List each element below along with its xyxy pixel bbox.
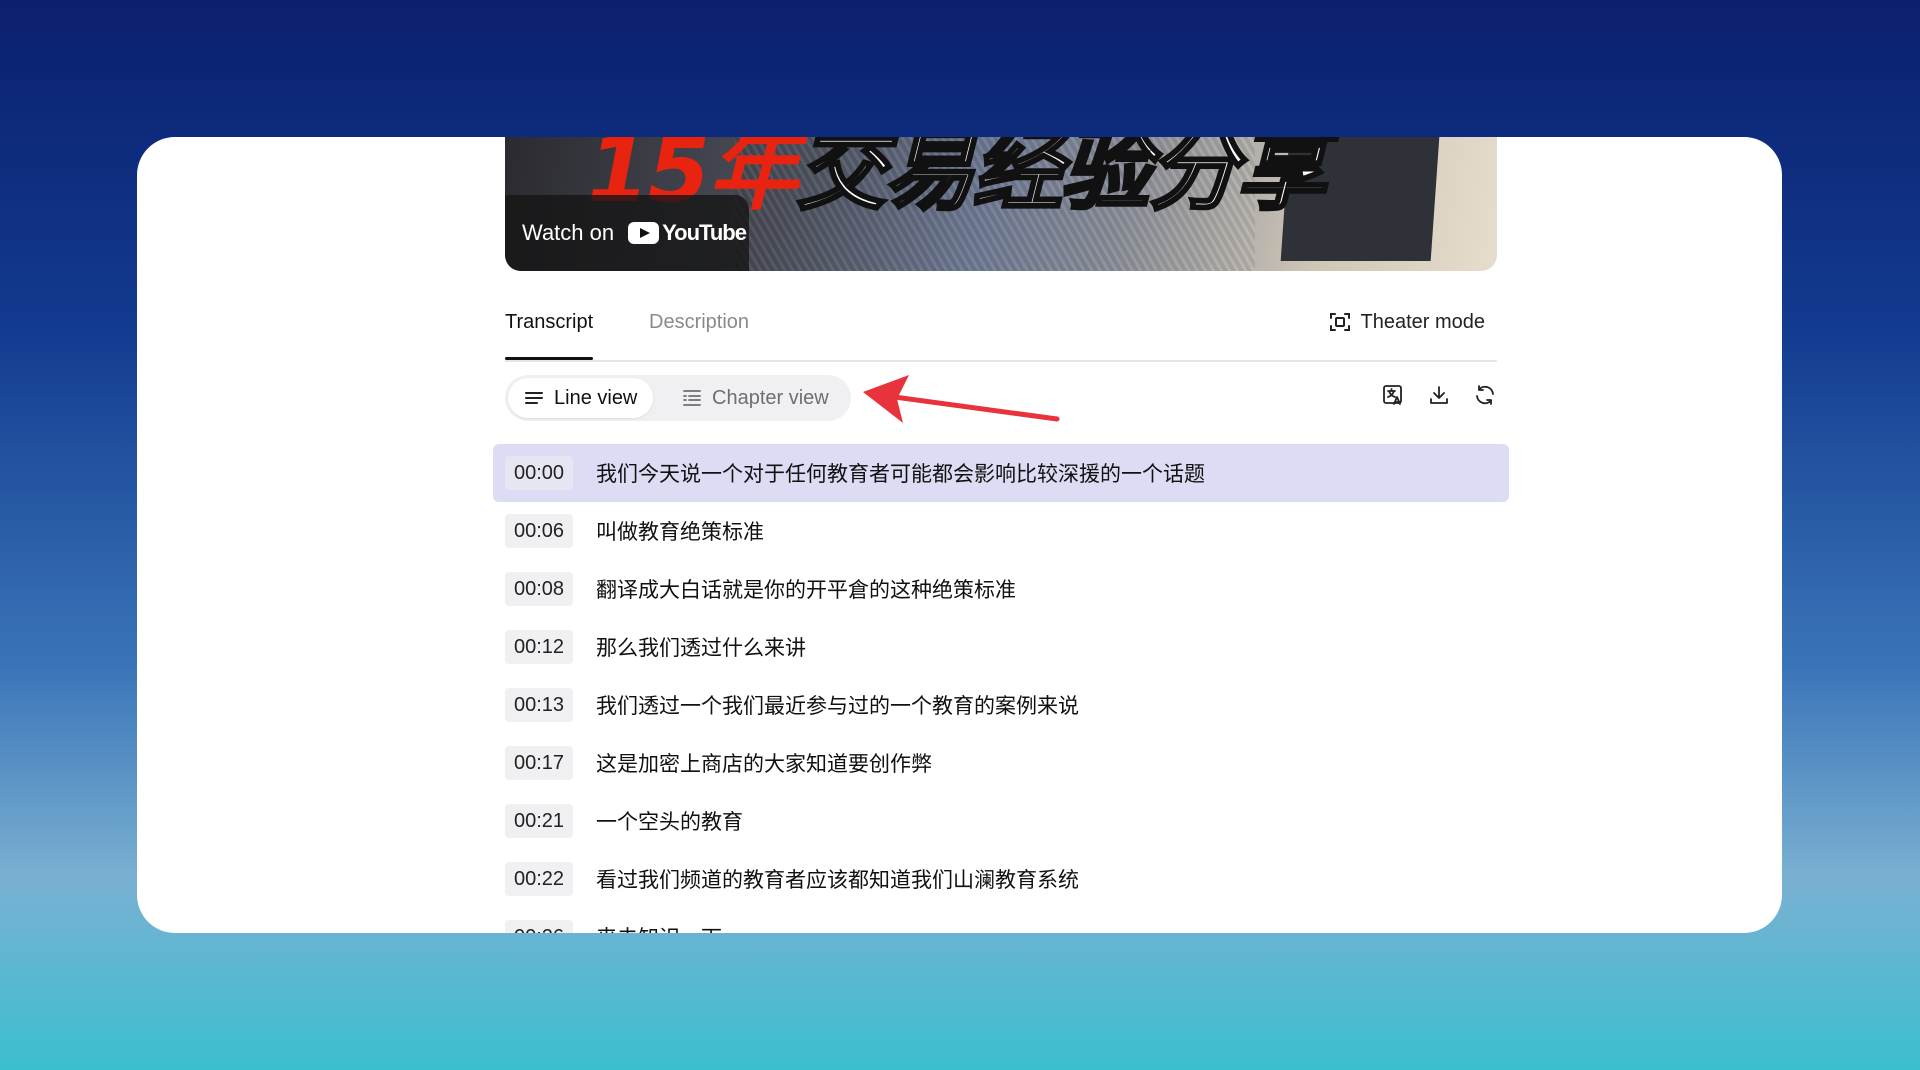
timestamp-button[interactable]: 00:13 [505, 688, 573, 722]
timestamp-button[interactable]: 00:22 [505, 862, 573, 896]
transcript-line-text: 我们今天说一个对于任何教育者可能都会影响比较深援的一个话题 [596, 463, 1205, 486]
transcript-row[interactable]: 00:12 那么我们透过什么来讲 [493, 618, 1509, 676]
chapter-view-button[interactable]: Chapter view [666, 378, 845, 418]
tab-description[interactable]: Description [649, 300, 749, 358]
lines-icon [525, 392, 543, 404]
transcript-row[interactable]: 00:21 一个空头的教育 [493, 792, 1509, 850]
refresh-icon[interactable] [1473, 383, 1497, 407]
transcript-row[interactable]: 00:08 翻译成大白话就是你的开平倉的这种绝策标准 [493, 560, 1509, 618]
theater-mode-label: Theater mode [1360, 310, 1485, 333]
youtube-play-icon [628, 222, 660, 244]
panel-content: 15年交易经验分享 Watch on YouTube Transcript De… [493, 137, 1509, 933]
watch-on-label: Watch on [522, 220, 615, 245]
youtube-logo: YouTube [628, 220, 747, 246]
video-thumbnail[interactable]: 15年交易经验分享 Watch on YouTube [505, 137, 1497, 271]
youtube-wordmark: YouTube [662, 220, 747, 245]
transcript-panel-card: 15年交易经验分享 Watch on YouTube Transcript De… [137, 137, 1782, 933]
timestamp-button[interactable]: 00:17 [505, 746, 573, 780]
download-icon[interactable] [1427, 383, 1451, 407]
chapter-view-label: Chapter view [712, 386, 829, 409]
line-view-label: Line view [554, 386, 638, 409]
transcript-line-text: 那么我们透过什么来讲 [596, 637, 806, 660]
annotation-arrow [863, 375, 1060, 423]
line-view-button[interactable]: Line view [508, 378, 654, 418]
transcript-row[interactable]: 00:06 叫做教育绝策标准 [493, 502, 1509, 560]
theater-mode-button[interactable]: Theater mode [1328, 300, 1485, 344]
view-toggle: Line view Chapter view [505, 375, 851, 421]
tab-bar: Transcript Description Theater mode [505, 300, 1497, 362]
timestamp-button[interactable]: 00:00 [505, 456, 573, 490]
transcript-row[interactable]: 00:00 我们今天说一个对于任何教育者可能都会影响比较深援的一个话题 [493, 444, 1509, 502]
transcript-actions [1381, 383, 1497, 407]
transcript-list: 00:00 我们今天说一个对于任何教育者可能都会影响比较深援的一个话题 00:06 叫… [493, 444, 1509, 933]
transcript-line-text: 叫做教育绝策标准 [596, 521, 764, 544]
transcript-line-text: 来去知识一下 [596, 922, 722, 933]
transcript-row[interactable]: 00:13 我们透过一个我们最近参与过的一个教育的案例来说 [493, 676, 1509, 734]
transcript-line-text: 我们透过一个我们最近参与过的一个教育的案例来说 [596, 695, 1079, 718]
transcript-line-text: 这是加密上商店的大家知道要创作弊 [596, 753, 932, 776]
transcript-row[interactable]: 00:17 这是加密上商店的大家知道要创作弊 [493, 734, 1509, 792]
transcript-line-text: 看过我们频道的教育者应该都知道我们山澜教育系统 [596, 869, 1079, 892]
timestamp-button[interactable]: 00:21 [505, 804, 573, 838]
translate-icon[interactable] [1381, 383, 1405, 407]
timestamp-button[interactable]: 00:12 [505, 630, 573, 664]
watch-on-youtube-button[interactable]: Watch on YouTube [505, 195, 749, 271]
tab-transcript[interactable]: Transcript [505, 300, 594, 360]
video-title-white: 交易经验分享 [795, 137, 1328, 225]
transcript-row[interactable]: 00:26 来去知识一下 [493, 908, 1509, 933]
timestamp-button[interactable]: 00:06 [505, 514, 573, 548]
timestamp-button[interactable]: 00:26 [505, 920, 573, 933]
chapter-list-icon [683, 390, 701, 406]
timestamp-button[interactable]: 00:08 [505, 572, 573, 606]
transcript-line-text: 翻译成大白话就是你的开平倉的这种绝策标准 [596, 579, 1016, 602]
transcript-line-text: 一个空头的教育 [596, 811, 743, 834]
theater-mode-icon [1330, 313, 1351, 331]
transcript-row[interactable]: 00:22 看过我们频道的教育者应该都知道我们山澜教育系统 [493, 850, 1509, 908]
